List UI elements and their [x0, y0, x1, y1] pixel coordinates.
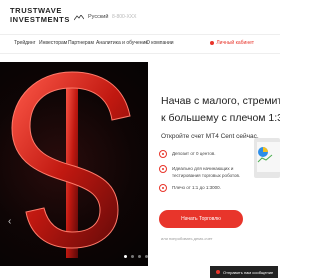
feature-text: Депозит от 0 центов.: [172, 151, 216, 156]
personal-cabinet-link[interactable]: Личный кабинет: [210, 40, 254, 46]
logo-line1: TRUSTWAVE: [10, 6, 62, 15]
robot-icon: [159, 165, 167, 173]
leverage-icon: [159, 184, 167, 192]
slider-dot[interactable]: [124, 255, 127, 258]
nav-item-analytics[interactable]: Аналитика и обучение: [96, 40, 148, 46]
cabinet-label: Личный кабинет: [216, 40, 254, 46]
demo-account-link[interactable]: или попробовать демо-счет: [161, 236, 213, 241]
phone-number[interactable]: 8-800-XXX: [112, 14, 136, 20]
hero-title-line1: Начав с малого, стремитесь: [161, 95, 280, 107]
hero-title-line2: к большему с плечом 1:300: [161, 112, 280, 124]
logo[interactable]: TRUSTWAVE INVESTMENTS: [10, 6, 84, 28]
send-message-button[interactable]: Отправить нам сообщение: [210, 266, 278, 278]
language-selector[interactable]: Русский: [88, 14, 108, 20]
nav-item-about[interactable]: О компании: [146, 40, 174, 46]
slider-dot[interactable]: [145, 255, 148, 258]
dollar-sign-icon: [11, 71, 131, 258]
feature-text: Идеально для начинающих и тестирования т…: [172, 166, 241, 178]
feature-robots: Идеально для начинающих и тестирования т…: [159, 165, 252, 179]
nav-item-trading[interactable]: Трейдинг: [14, 40, 35, 46]
slider-prev-arrow[interactable]: ‹: [8, 216, 11, 227]
logo-wave-icon: [74, 15, 84, 21]
start-trading-button[interactable]: Начать Торговлю: [159, 210, 243, 228]
platform-device-icon: [254, 138, 280, 178]
nav-item-investors[interactable]: Инвесторам: [39, 40, 67, 46]
chat-icon: [216, 270, 220, 274]
hero-subtitle: Откройте счет МТ4 Cent сейчас.: [161, 133, 259, 140]
hero-title: Начав с малого, стремитесь к большему с …: [161, 93, 280, 127]
feature-text: Плечо от 1:1 до 1:3000.: [172, 185, 221, 190]
slider-dot[interactable]: [138, 255, 141, 258]
logo-line2: INVESTMENTS: [10, 15, 70, 24]
main-nav: Трейдинг Инвесторам Партнерам Аналитика …: [0, 34, 280, 54]
deposit-icon: [159, 150, 167, 158]
nav-item-partners[interactable]: Партнерам: [68, 40, 94, 46]
chat-label: Отправить нам сообщение: [223, 269, 274, 275]
slider-dots: [124, 255, 148, 258]
slider-dot[interactable]: [131, 255, 134, 258]
user-icon: [210, 40, 215, 45]
hero-image: ‹: [0, 62, 148, 266]
feature-leverage: Плечо от 1:1 до 1:3000.: [159, 184, 252, 192]
feature-deposit: Депозит от 0 центов.: [159, 150, 252, 158]
site-header: TRUSTWAVE INVESTMENTS Русский 8-800-XXX: [0, 0, 280, 34]
